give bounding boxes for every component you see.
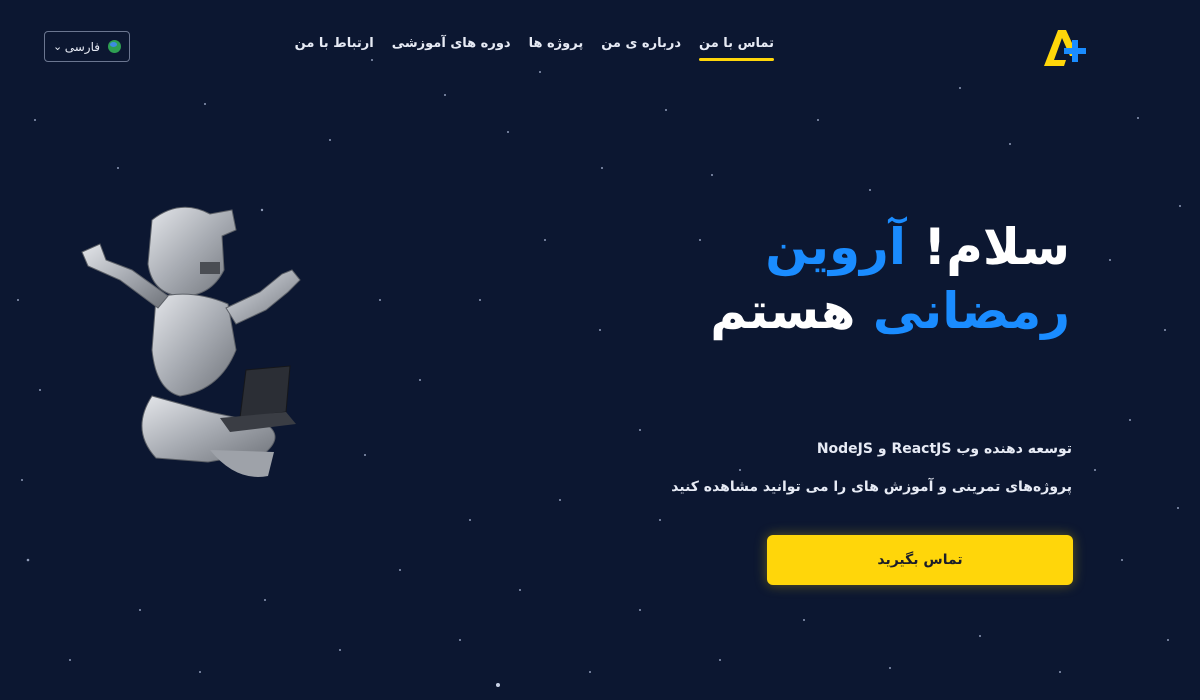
nav-item-about[interactable]: درباره ی من [601,36,681,57]
chevron-down-icon: ⌄ [53,40,63,53]
nav-item-contact[interactable]: تماس با من [699,36,774,61]
language-label: فارسی [64,39,100,54]
description-line-2: پروژه‌های تمرینی و آموزش های را می توانی… [671,479,1072,495]
a-plus-logo-icon[interactable] [1040,26,1088,70]
contact-cta-button[interactable]: تماس بگیرید [767,535,1073,585]
hero-section: سلام! آروین رمضانی هستم [510,215,1070,343]
globe-icon [108,40,121,53]
nav-item-courses[interactable]: دوره های آموزشی [392,36,511,57]
nav-item-projects[interactable]: پروژه ها [529,36,584,57]
scroll-indicator-dot [496,683,500,687]
hero-headline: سلام! آروین رمضانی هستم [510,215,1070,343]
suffix-text: هستم [710,282,856,340]
description-line-1: توسعه دهنده وب ReactJS و NodeJS [816,441,1072,457]
main-nav: تماس با من درباره ی من پروژه ها دوره های… [295,36,774,61]
knight-with-laptop-icon [81,206,301,477]
site-header: تماس با من درباره ی من پروژه ها دوره های… [0,0,1200,95]
greeting-text: سلام! [923,218,1070,276]
language-selector[interactable]: ⌄ فارسی [44,31,130,62]
first-name-text: آروین [765,218,906,276]
nav-item-connect[interactable]: ارتباط با من [295,36,374,57]
last-name-text: رمضانی [872,282,1070,340]
hero-description: توسعه دهنده وب ReactJS و NodeJS پروژه‌ها… [671,430,1072,506]
